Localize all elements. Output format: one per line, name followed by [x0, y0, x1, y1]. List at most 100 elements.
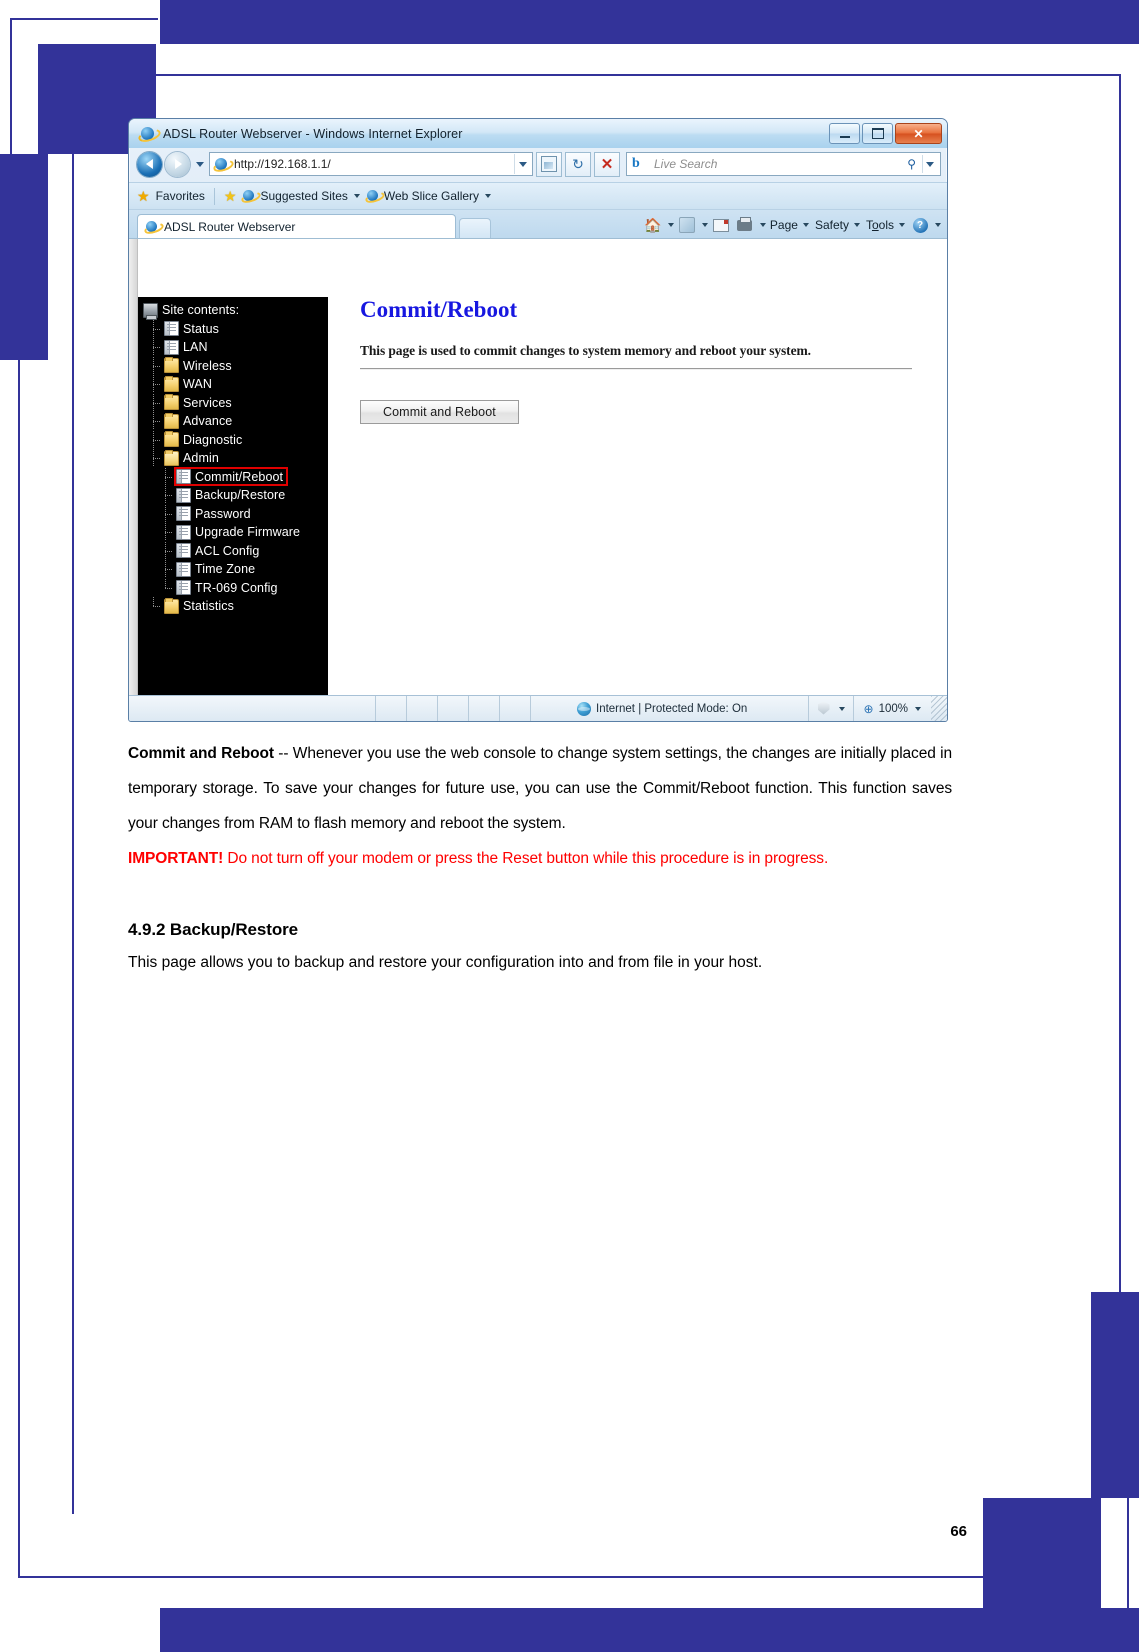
page-content: ADSL Router Webserver - Windows Internet… [128, 118, 952, 977]
tab-adsl-router-webserver[interactable]: ADSL Router Webserver [137, 214, 456, 238]
web-slice-gallery-item[interactable]: Web Slice Gallery [366, 189, 492, 203]
zoom-control[interactable]: ⊕ 100% [854, 696, 931, 721]
sidebar-item-backup-restore[interactable]: Backup/Restore [143, 486, 328, 505]
commit-reboot-paragraph: Commit and Reboot -- Whenever you use th… [128, 736, 952, 841]
internet-zone-icon [577, 701, 591, 716]
status-segment [469, 696, 500, 721]
favorites-button[interactable]: Favorites [156, 189, 205, 203]
close-button[interactable]: ✕ [895, 123, 942, 144]
home-icon[interactable]: 🏠 [642, 215, 664, 235]
sidebar-item-wan[interactable]: WAN [143, 375, 328, 394]
stop-button[interactable]: ✕ [594, 151, 620, 177]
minimize-button[interactable] [829, 123, 860, 144]
tools-menu-label: Tools [865, 218, 894, 232]
recent-pages-caret-icon[interactable] [193, 161, 206, 167]
tree-connector [147, 356, 160, 375]
refresh-button[interactable]: ↻ [565, 151, 591, 177]
favorites-bar: ★ Favorites ★ Suggested Sites Web Slice … [129, 182, 947, 209]
security-zone-indicator[interactable]: Internet | Protected Mode: On [531, 696, 809, 721]
window-controls: ✕ [829, 123, 945, 144]
toolbar-separator [213, 187, 215, 205]
add-to-favorites-bar-icon[interactable]: ★ [224, 189, 237, 203]
sidebar-item-diagnostic[interactable]: Diagnostic [143, 430, 328, 450]
sidebar-item-admin[interactable]: Admin [143, 449, 328, 468]
sidebar-item-acl-config[interactable]: ACL Config [143, 541, 328, 561]
folder-icon [164, 597, 179, 614]
suggested-sites-icon [242, 189, 256, 203]
important-text: Do not turn off your modem or press the … [223, 850, 829, 867]
print-caret-icon[interactable] [759, 223, 766, 227]
sidebar-item-tr069-config[interactable]: TR-069 Config [143, 578, 328, 598]
help-caret-icon[interactable] [935, 223, 941, 227]
border-bottom-right-block [983, 1498, 1101, 1608]
border-left-block [0, 154, 48, 360]
back-button[interactable] [137, 151, 162, 177]
paragraph-lead-bold: Commit and Reboot [128, 745, 274, 762]
favorites-star-icon[interactable]: ★ [137, 189, 150, 203]
safety-menu[interactable]: Safety [813, 218, 862, 232]
tree-connector [147, 375, 160, 394]
sidebar-item-wireless[interactable]: Wireless [143, 356, 328, 376]
read-mail-icon[interactable] [710, 215, 732, 235]
commit-and-reboot-button[interactable]: Commit and Reboot [360, 400, 519, 424]
feeds-caret-icon[interactable] [701, 223, 708, 227]
search-icon[interactable]: ⚲ [907, 157, 916, 171]
status-segment [407, 696, 438, 721]
sidebar-item-label: Advance [183, 414, 233, 428]
tree-connector [159, 467, 172, 486]
search-provider-caret-icon[interactable] [922, 155, 937, 173]
page-icon [176, 543, 191, 559]
print-icon[interactable] [734, 215, 756, 235]
home-caret-icon[interactable] [667, 223, 674, 227]
folder-icon [164, 431, 179, 448]
status-segment [500, 696, 531, 721]
resize-grip[interactable] [931, 696, 947, 721]
important-label: IMPORTANT! [128, 850, 224, 867]
forward-button[interactable] [165, 151, 190, 177]
address-dropdown-caret-icon[interactable] [514, 154, 530, 174]
tools-menu[interactable]: Tools [864, 218, 907, 232]
sidebar-item-status[interactable]: Status [143, 319, 328, 339]
folder-icon [164, 375, 179, 392]
new-tab-button[interactable] [459, 218, 491, 238]
search-input[interactable]: b Live Search ⚲ [626, 152, 941, 176]
computer-icon [143, 302, 158, 320]
sidebar-item-statistics[interactable]: Statistics [143, 597, 328, 616]
address-input[interactable]: http://192.168.1.1/ [209, 152, 533, 176]
sidebar-item-commit-reboot[interactable]: Commit/Reboot [143, 467, 328, 487]
sidebar-item-time-zone[interactable]: Time Zone [143, 560, 328, 579]
protected-mode-indicator[interactable] [809, 696, 854, 721]
border-line-top-short [10, 18, 158, 20]
maximize-button[interactable] [862, 123, 893, 144]
feeds-icon[interactable] [676, 215, 698, 235]
status-segment [376, 696, 407, 721]
folder-open-icon [164, 449, 179, 466]
section-body-text: This page allows you to backup and resto… [128, 954, 763, 971]
selected-item-highlight: Commit/Reboot [173, 467, 289, 487]
address-value: http://192.168.1.1/ [234, 157, 331, 171]
sidebar-item-advance[interactable]: Advance [143, 412, 328, 431]
compatibility-view-button[interactable] [536, 151, 562, 177]
chevron-down-icon [915, 706, 921, 711]
tree-connector [147, 449, 160, 468]
sidebar-item-label: Time Zone [195, 562, 256, 576]
tree-connector [147, 338, 160, 357]
live-search-provider-icon: b [632, 156, 640, 171]
border-line-left-short [10, 18, 12, 160]
page-menu-label: Page [769, 218, 798, 232]
sidebar-item-lan[interactable]: LAN [143, 338, 328, 357]
sidebar-item-password[interactable]: Password [143, 504, 328, 524]
sidebar-item-label: ACL Config [195, 543, 260, 558]
page-menu[interactable]: Page [768, 218, 811, 232]
border-line-bottom-left [18, 158, 20, 1578]
browser-status-bar: Internet | Protected Mode: On ⊕ 100% [129, 695, 947, 721]
safety-menu-label: Safety [814, 218, 849, 232]
sidebar-item-upgrade-firmware[interactable]: Upgrade Firmware [143, 523, 328, 542]
sidebar-item-label: Commit/Reboot [195, 469, 284, 484]
sidebar-item-services[interactable]: Services [143, 393, 328, 413]
border-bottom-bar [160, 1608, 1139, 1652]
suggested-sites-item[interactable]: Suggested Sites [242, 189, 360, 203]
help-icon[interactable]: ? [909, 215, 931, 235]
web-slice-gallery-icon [366, 189, 380, 203]
router-main-pane: Commit/Reboot This page is used to commi… [328, 239, 947, 695]
